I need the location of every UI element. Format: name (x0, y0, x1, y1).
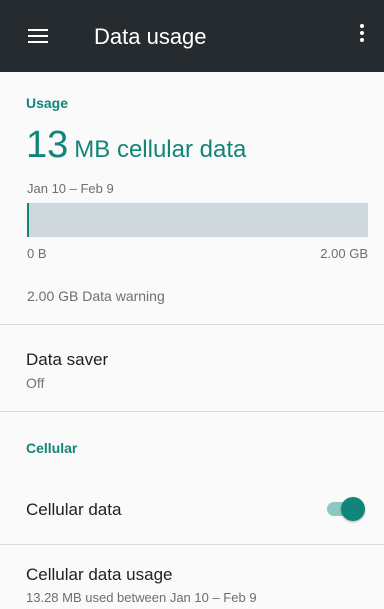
data-saver-title: Data saver (26, 350, 109, 369)
more-options-icon[interactable] (356, 24, 368, 48)
usage-bar-max-label: 2.00 GB (320, 246, 368, 261)
page-title: Data usage (94, 24, 207, 49)
usage-bar (27, 203, 368, 237)
data-saver-status: Off (26, 375, 45, 391)
data-warning-text: 2.00 GB Data warning (27, 288, 165, 304)
data-warning-row[interactable]: 2.00 GB Data warning (0, 280, 384, 320)
app-bar: Data usage (0, 0, 384, 72)
data-saver-row[interactable]: Data saver Off (0, 325, 384, 410)
usage-bar-min-label: 0 B (27, 246, 47, 261)
cellular-data-label: Cellular data (26, 500, 122, 519)
usage-amount-value: 13 (26, 124, 69, 166)
menu-icon[interactable] (28, 29, 48, 43)
divider (0, 411, 384, 412)
usage-amount: 13 MB cellular data (26, 124, 246, 167)
usage-bar-fill (27, 203, 29, 237)
toggle-thumb (341, 497, 365, 521)
cellular-data-usage-row[interactable]: Cellular data usage 13.28 MB used betwee… (0, 545, 384, 609)
usage-period: Jan 10 – Feb 9 (27, 181, 114, 196)
cellular-data-usage-title: Cellular data usage (26, 565, 173, 584)
cellular-section-label: Cellular (26, 440, 78, 456)
cellular-data-usage-subtitle: 13.28 MB used between Jan 10 – Feb 9 (26, 590, 257, 605)
usage-amount-label: MB cellular data (74, 136, 247, 163)
usage-section-label: Usage (26, 95, 69, 111)
cellular-data-toggle[interactable] (325, 496, 367, 522)
